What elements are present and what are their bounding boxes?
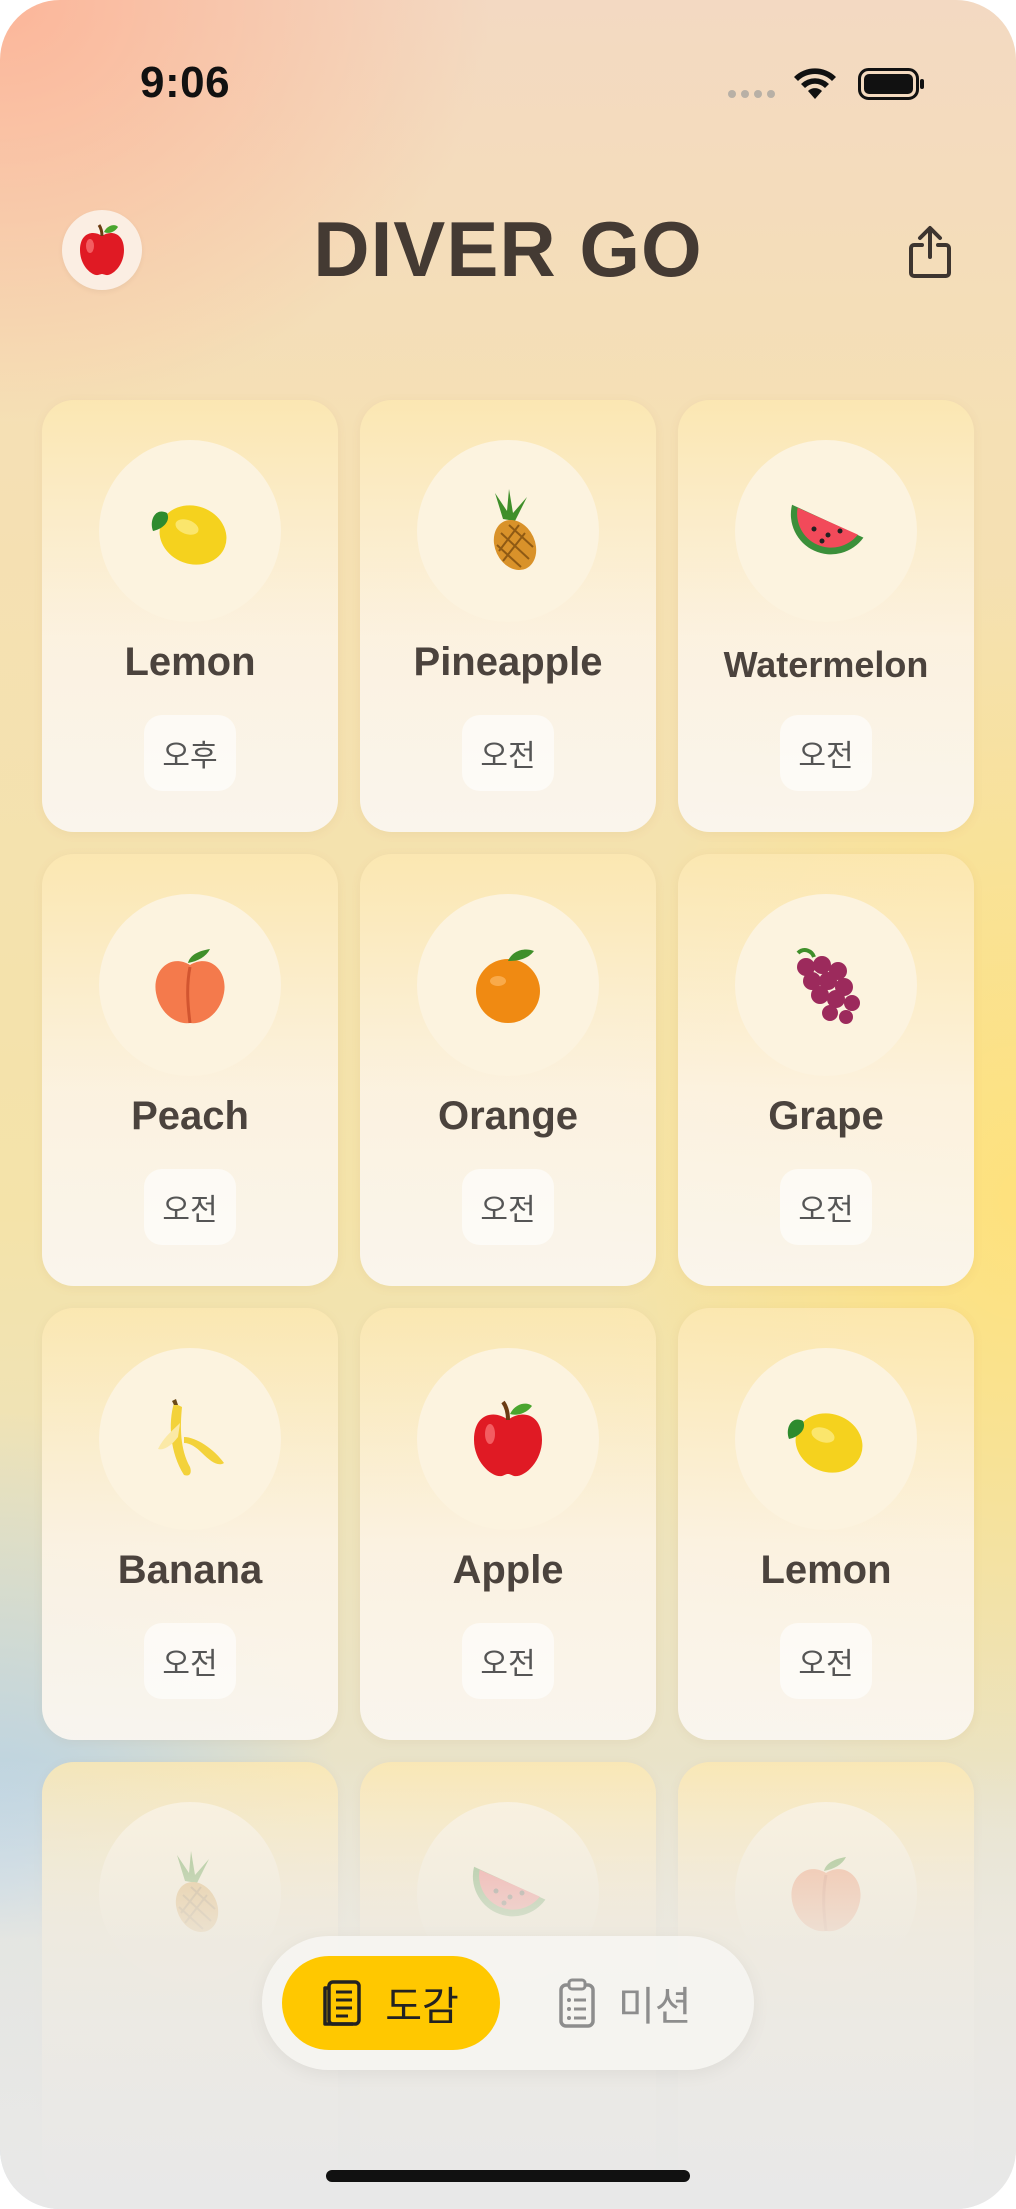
peach-icon <box>791 1857 861 1932</box>
fruit-icon-circle <box>417 1348 599 1530</box>
fruit-card[interactable]: Lemon 오후 <box>42 400 338 832</box>
lemon-icon <box>787 1413 863 1473</box>
fruit-name: Lemon <box>124 640 256 684</box>
tab-collection-label: 도감 <box>385 1985 459 2029</box>
fruit-card[interactable]: Pineapple 오전 <box>360 400 656 832</box>
app-screen: 9:06 DIVER GO Lemon 오후 Pineapple 오전 Wate… <box>0 0 1016 2209</box>
fruit-name: Watermelon <box>723 644 929 685</box>
clipboard-icon <box>559 1978 595 2028</box>
time-period-badge: 오전 <box>462 715 554 791</box>
fruit-card[interactable]: Watermelon 오전 <box>678 400 974 832</box>
wifi-icon <box>794 68 836 99</box>
fruit-collection-grid: Lemon 오후 Pineapple 오전 Watermelon 오전 Peac… <box>42 400 974 2194</box>
fruit-icon-circle <box>99 1802 281 1984</box>
fruit-icon-circle <box>99 440 281 622</box>
orange-icon <box>476 949 540 1023</box>
tab-collection[interactable]: 도감 <box>282 1956 500 2050</box>
fruit-icon-circle <box>99 1348 281 1530</box>
banana-icon <box>158 1399 224 1476</box>
pineapple-icon <box>175 1851 219 1933</box>
tab-mission-label: 미션 <box>618 1985 692 2029</box>
watermelon-icon <box>472 1866 546 1917</box>
fruit-card[interactable]: Banana 오전 <box>42 1308 338 1740</box>
tab-mission[interactable]: 미션 <box>558 1956 718 2050</box>
share-button[interactable] <box>900 222 960 282</box>
fruit-icon-circle <box>735 1348 917 1530</box>
status-time: 9:06 <box>140 58 231 107</box>
time-period-badge: 오전 <box>144 1169 236 1245</box>
tab-bar: 도감 미션 <box>262 1936 754 2070</box>
fruit-icon-circle <box>99 894 281 1076</box>
app-title: DIVER GO <box>313 205 703 293</box>
fruit-icon-circle <box>735 440 917 622</box>
fruit-icon-circle <box>417 440 599 622</box>
fruit-name: Lemon <box>760 1548 892 1592</box>
time-period-badge: 오전 <box>780 1623 872 1699</box>
time-period-badge: 오전 <box>780 1169 872 1245</box>
book-icon <box>323 1980 361 2026</box>
time-period-badge: 오전 <box>462 1623 554 1699</box>
time-period-badge: 오전 <box>462 1169 554 1245</box>
fruit-name: Banana <box>117 1548 263 1592</box>
fruit-card[interactable]: Lemon 오전 <box>678 1308 974 1740</box>
apple-icon <box>474 1400 542 1477</box>
fruit-icon-circle <box>417 894 599 1076</box>
fruit-card[interactable]: Peach 오전 <box>42 854 338 1286</box>
cellular-signal-icon <box>728 90 775 98</box>
fruit-icon-circle <box>735 1802 917 1984</box>
home-indicator[interactable] <box>326 2170 690 2182</box>
fruit-name: Orange <box>437 1094 579 1138</box>
fruit-name: Peach <box>131 1094 249 1138</box>
fruit-name: Pineapple <box>413 640 603 684</box>
fruit-card[interactable]: Apple 오전 <box>360 1308 656 1740</box>
peach-icon <box>155 949 225 1024</box>
share-icon <box>909 226 951 278</box>
grape-icon <box>796 948 860 1024</box>
time-period-badge: 오전 <box>144 1623 236 1699</box>
fruit-name: Apple <box>452 1548 564 1592</box>
watermelon-icon <box>790 504 864 555</box>
fruit-card[interactable]: Grape 오전 <box>678 854 974 1286</box>
fruit-name: Grape <box>768 1094 884 1138</box>
time-period-badge: 오후 <box>144 715 236 791</box>
battery-icon <box>858 68 924 100</box>
pineapple-icon <box>493 489 537 571</box>
lemon-icon <box>151 505 227 565</box>
fruit-card[interactable]: Orange 오전 <box>360 854 656 1286</box>
time-period-badge: 오전 <box>780 715 872 791</box>
fruit-icon-circle <box>735 894 917 1076</box>
